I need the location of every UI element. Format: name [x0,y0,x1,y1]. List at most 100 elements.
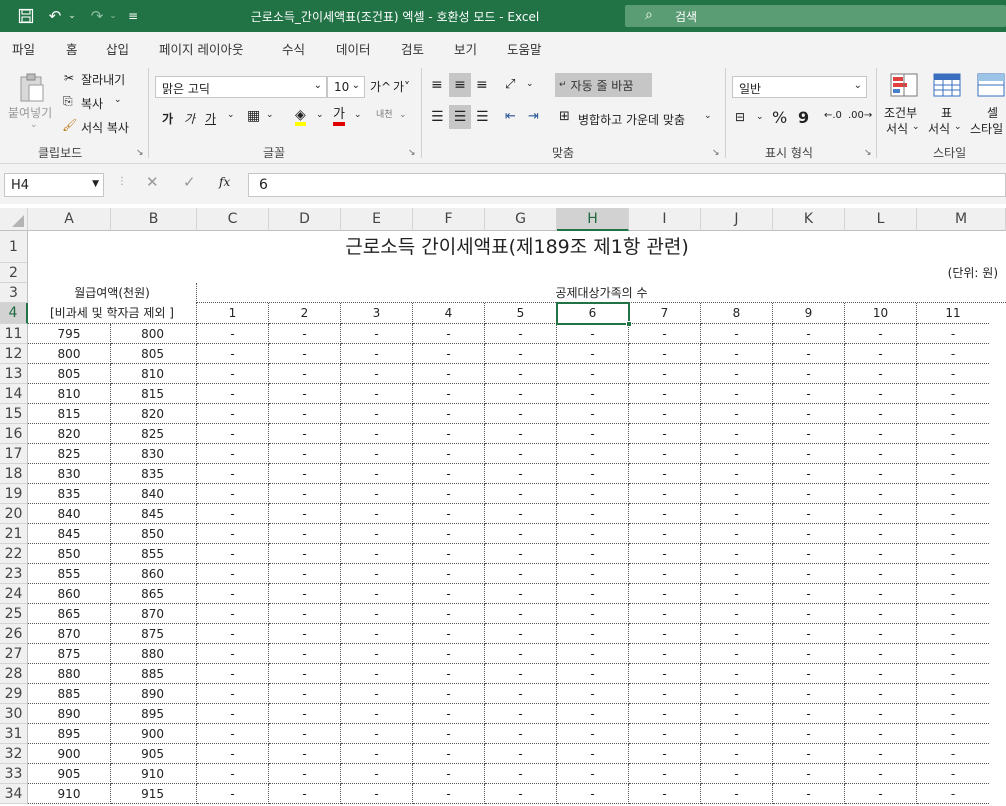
tax-cell[interactable]: - [701,504,773,524]
tax-cell[interactable]: - [485,664,557,684]
tax-cell[interactable]: - [413,664,485,684]
pay-to-cell[interactable]: 870 [111,604,197,624]
row-header-2[interactable]: 2 [0,263,28,283]
tax-cell[interactable]: - [341,744,413,764]
row-header-14[interactable]: 14 [0,384,28,404]
row-header-17[interactable]: 17 [0,444,28,464]
row-header-33[interactable]: 33 [0,764,28,784]
tax-cell[interactable]: - [917,444,989,464]
tax-cell[interactable]: - [629,424,701,444]
number-format-select[interactable]: 일반 ⌄ [732,76,867,98]
tax-cell[interactable]: - [413,544,485,564]
tax-cell[interactable]: - [701,784,773,804]
tax-cell[interactable]: - [485,684,557,704]
tax-cell[interactable]: - [341,344,413,364]
tax-cell[interactable]: - [197,484,269,504]
tax-cell[interactable]: - [845,664,917,684]
tax-cell[interactable]: - [485,584,557,604]
tax-cell[interactable]: - [701,584,773,604]
tax-cell[interactable]: - [557,704,629,724]
tax-cell[interactable]: - [917,424,989,444]
tax-cell[interactable]: - [197,764,269,784]
tax-cell[interactable]: - [269,644,341,664]
tax-cell[interactable]: - [629,444,701,464]
sheet-title-cell[interactable]: 근로소득 간이세액표(제189조 제1항 관련) [28,231,1006,263]
tax-cell[interactable]: - [341,604,413,624]
tax-cell[interactable]: - [557,764,629,784]
tax-cell[interactable]: - [341,444,413,464]
tax-cell[interactable]: - [269,764,341,784]
tax-cell[interactable]: - [701,484,773,504]
tax-cell[interactable]: - [413,644,485,664]
column-header-k[interactable]: K [773,208,845,231]
tax-cell[interactable]: - [341,644,413,664]
tax-cell[interactable]: - [557,404,629,424]
tax-cell[interactable]: - [701,524,773,544]
tax-cell[interactable]: - [413,404,485,424]
accounting-format-icon[interactable]: ⊟ [735,110,745,124]
row-header-4[interactable]: 4 [0,303,28,324]
tax-cell[interactable]: - [629,484,701,504]
tax-cell[interactable]: - [629,504,701,524]
tax-cell[interactable]: - [341,704,413,724]
tax-cell[interactable]: - [773,704,845,724]
monthly-pay-subheader[interactable]: [비과세 및 학자금 제외 ] [28,303,197,324]
tax-cell[interactable]: - [557,484,629,504]
tax-cell[interactable]: - [845,404,917,424]
monthly-pay-header[interactable]: 월급여액(천원) [28,283,197,303]
tax-cell[interactable]: - [485,524,557,544]
tax-cell[interactable]: - [269,464,341,484]
bold-button[interactable]: 가 [162,110,173,127]
pay-from-cell[interactable]: 890 [28,704,111,724]
dependents-count-5[interactable]: 5 [485,303,557,324]
pay-to-cell[interactable]: 845 [111,504,197,524]
tax-cell[interactable]: - [557,684,629,704]
tax-cell[interactable]: - [269,344,341,364]
dependents-count-11[interactable]: 11 [917,303,989,324]
tax-cell[interactable]: - [917,684,989,704]
tax-cell[interactable]: - [197,684,269,704]
tax-cell[interactable]: - [485,384,557,404]
tax-cell[interactable]: - [269,424,341,444]
tax-cell[interactable]: - [485,544,557,564]
tax-cell[interactable]: - [269,384,341,404]
column-header-m[interactable]: M [917,208,1006,231]
tax-cell[interactable]: - [845,504,917,524]
pay-from-cell[interactable]: 815 [28,404,111,424]
tax-cell[interactable]: - [701,344,773,364]
tax-cell[interactable]: - [413,764,485,784]
tax-cell[interactable]: - [413,624,485,644]
tax-cell[interactable]: - [845,424,917,444]
pay-from-cell[interactable]: 910 [28,784,111,804]
tax-cell[interactable]: - [917,404,989,424]
tax-cell[interactable]: - [701,644,773,664]
tax-cell[interactable]: - [557,784,629,804]
tax-cell[interactable]: - [629,744,701,764]
tax-cell[interactable]: - [917,544,989,564]
tax-cell[interactable]: - [917,744,989,764]
tax-cell[interactable]: - [341,564,413,584]
row-header-31[interactable]: 31 [0,724,28,744]
tax-cell[interactable]: - [413,484,485,504]
tax-cell[interactable]: - [485,744,557,764]
align-top-icon[interactable]: ≡ [431,77,443,93]
tax-cell[interactable]: - [845,544,917,564]
tax-cell[interactable]: - [845,724,917,744]
font-launcher-icon[interactable]: ↘ [408,148,416,158]
tax-cell[interactable]: - [845,604,917,624]
tax-cell[interactable]: - [413,384,485,404]
save-icon[interactable] [14,5,38,27]
tax-cell[interactable]: - [197,424,269,444]
tax-cell[interactable]: - [197,524,269,544]
tax-cell[interactable]: - [485,644,557,664]
align-center-icon[interactable]: ☰ [449,105,471,129]
pay-from-cell[interactable]: 805 [28,364,111,384]
align-bottom-icon[interactable]: ≡ [476,77,488,93]
tax-cell[interactable]: - [413,344,485,364]
tax-cell[interactable]: - [485,404,557,424]
pay-from-cell[interactable]: 810 [28,384,111,404]
merge-center-button[interactable]: 병합하고 가운데 맞춤 [578,111,685,128]
tax-cell[interactable]: - [341,584,413,604]
tax-cell[interactable]: - [845,324,917,344]
pay-to-cell[interactable]: 900 [111,724,197,744]
